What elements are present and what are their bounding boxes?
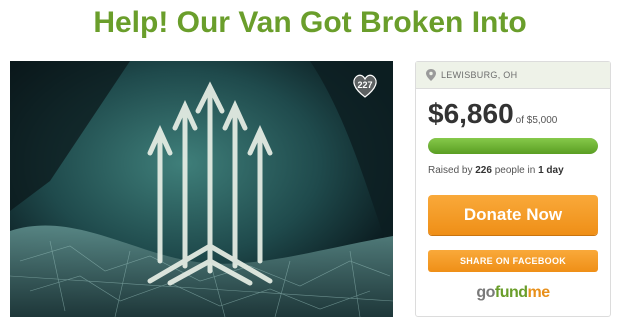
progress-bar (428, 138, 598, 154)
raised-prefix: Raised by (428, 165, 476, 176)
raised-middle: people in (491, 165, 539, 176)
donate-button[interactable]: Donate Now (428, 195, 598, 235)
map-pin-icon (426, 69, 436, 81)
donation-panel: LEWISBURG, OH $6,860 of $5,000 Raised by … (415, 61, 611, 317)
amount-row: $6,860 of $5,000 (428, 98, 557, 130)
goal-text: of $5,000 (515, 115, 558, 126)
logo-part-go: go (476, 284, 495, 301)
broken-window-image (10, 61, 393, 317)
people-count: 226 (475, 165, 492, 176)
page-title: Help! Our Van Got Broken Into (93, 6, 527, 39)
location-text: LEWISBURG, OH (441, 70, 518, 80)
share-facebook-button[interactable]: SHARE ON FACEBOOK (428, 250, 598, 272)
gofundme-logo[interactable]: gofundme (416, 284, 610, 302)
campaign-page: Help! Our Van Got Broken Into 227 LEWISB… (0, 0, 620, 327)
location-bar: LEWISBURG, OH (416, 62, 610, 89)
raised-summary: Raised by 226 people in 1 day (428, 165, 564, 176)
heart-badge[interactable]: 227 (351, 73, 379, 99)
heart-count: 227 (357, 80, 373, 90)
logo-part-me: me (527, 284, 551, 301)
logo-part-fund: fund (494, 284, 528, 301)
progress-fill (428, 138, 598, 154)
amount-raised: $6,860 (428, 98, 514, 129)
duration: 1 day (538, 165, 564, 176)
campaign-photo[interactable]: 227 (10, 61, 393, 317)
